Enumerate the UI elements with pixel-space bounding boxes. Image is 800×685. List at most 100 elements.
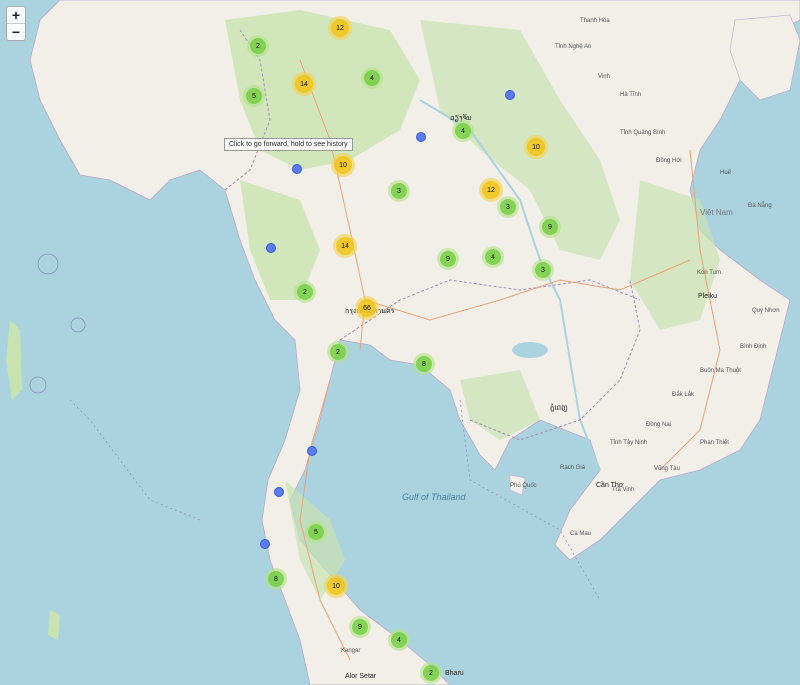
- marker-cluster[interactable]: 3: [532, 259, 554, 281]
- marker-pin[interactable]: [266, 243, 276, 253]
- marker-cluster[interactable]: 9: [349, 616, 371, 638]
- cluster-count: 9: [352, 619, 368, 635]
- marker-cluster[interactable]: 3: [497, 196, 519, 218]
- marker-cluster[interactable]: 4: [361, 67, 383, 89]
- cluster-count: 4: [391, 632, 407, 648]
- marker-cluster[interactable]: 10: [524, 135, 548, 159]
- label-phu-quoc: Phú Quốc: [510, 483, 537, 489]
- maritime-boundary-2: [69, 399, 201, 521]
- basemap: [6, 0, 800, 685]
- cluster-count: 66: [358, 299, 376, 317]
- label-viet-nam: Việt Nam: [700, 208, 733, 217]
- label-thanh-hoa: Thanh Hóa: [580, 18, 610, 24]
- cluster-count: 2: [330, 344, 346, 360]
- marker-cluster[interactable]: 3: [388, 180, 410, 202]
- marker-pin[interactable]: [260, 539, 270, 549]
- label-kangar: Kangar: [341, 648, 361, 654]
- cluster-count: 10: [527, 138, 545, 156]
- label-rach-gia: Rạch Giá: [560, 465, 586, 471]
- andaman-island: [6, 320, 22, 400]
- label-ha-tinh: Hà Tĩnh: [620, 92, 642, 98]
- label-dong-hoi: Đồng Hới: [656, 158, 682, 164]
- label-bharu: Bharu: [445, 670, 464, 677]
- cluster-count: 9: [542, 219, 558, 235]
- marker-cluster[interactable]: 4: [452, 120, 474, 142]
- cluster-count: 10: [327, 577, 345, 595]
- hainan-island: [729, 14, 800, 101]
- marker-cluster[interactable]: 8: [413, 353, 435, 375]
- reef-ring: [37, 253, 59, 275]
- marker-pin[interactable]: [505, 90, 515, 100]
- cluster-count: 3: [500, 199, 516, 215]
- marker-pin[interactable]: [292, 164, 302, 174]
- label-tay-ninh: Tỉnh Tây Ninh: [610, 440, 648, 446]
- marker-cluster[interactable]: 14: [292, 72, 316, 96]
- label-binh-dinh: Bình Định: [740, 344, 767, 350]
- marker-cluster[interactable]: 9: [437, 248, 459, 270]
- zoom-out-button[interactable]: −: [7, 23, 25, 40]
- label-quy-nhon: Quy Nhơn: [752, 308, 780, 314]
- label-quang-binh: Tỉnh Quảng Bình: [620, 130, 666, 136]
- marker-cluster[interactable]: 9: [539, 216, 561, 238]
- cluster-count: 3: [535, 262, 551, 278]
- marker-pin[interactable]: [307, 446, 317, 456]
- reef-ring-3: [29, 376, 47, 394]
- zoom-in-button[interactable]: +: [7, 7, 25, 23]
- cluster-count: 9: [440, 251, 456, 267]
- cluster-count: 4: [455, 123, 471, 139]
- cluster-count: 8: [268, 571, 284, 587]
- reef-ring-2: [70, 317, 86, 333]
- marker-cluster[interactable]: 10: [324, 574, 348, 598]
- cluster-count: 2: [250, 38, 266, 54]
- cluster-count: 2: [297, 284, 313, 300]
- tonle-sap-lake: [512, 342, 548, 358]
- label-phan-thiet: Phan Thiết: [700, 440, 729, 446]
- andaman-island-2: [48, 610, 60, 640]
- marker-cluster[interactable]: 2: [420, 662, 442, 684]
- cluster-count: 14: [295, 75, 313, 93]
- zoom-control: + −: [6, 6, 26, 41]
- marker-cluster[interactable]: 10: [331, 153, 355, 177]
- marker-cluster[interactable]: 5: [243, 85, 265, 107]
- label-kon-tum: Kon Tum: [697, 270, 722, 276]
- cluster-count: 8: [416, 356, 432, 372]
- cluster-count: 4: [485, 249, 501, 265]
- marker-cluster[interactable]: 4: [388, 629, 410, 651]
- label-vung-tau: Vũng Tàu: [654, 466, 680, 472]
- label-da-nang: Đà Nẵng: [748, 203, 772, 209]
- marker-cluster[interactable]: 2: [247, 35, 269, 57]
- label-buon-ma-thuot: Buôn Ma Thuột: [700, 368, 741, 374]
- label-ca-mau: Cà Mau: [570, 531, 592, 537]
- cluster-count: 12: [331, 19, 349, 37]
- marker-cluster[interactable]: 14: [333, 234, 357, 258]
- cluster-count: 4: [364, 70, 380, 86]
- map-canvas[interactable]: + − Click to go forward, hold to see his…: [0, 0, 800, 685]
- label-pleiku: Pleiku: [698, 293, 718, 300]
- marker-cluster[interactable]: 2: [327, 341, 349, 363]
- label-dak-lak: Đắk Lắk: [672, 392, 695, 398]
- label-tra-vinh: Trà Vinh: [612, 487, 635, 493]
- marker-cluster[interactable]: 5: [305, 521, 327, 543]
- label-phnom-penh: ភ្នំពេញ: [550, 405, 568, 412]
- cluster-count: 5: [308, 524, 324, 540]
- cluster-count: 5: [246, 88, 262, 104]
- label-alor-setar: Alor Setar: [345, 673, 377, 680]
- cluster-count: 14: [336, 237, 354, 255]
- mainland-land: [29, 0, 800, 685]
- cluster-count: 12: [482, 181, 500, 199]
- marker-pin[interactable]: [416, 132, 426, 142]
- label-vinh: Vinh: [598, 74, 610, 80]
- marker-cluster[interactable]: 8: [265, 568, 287, 590]
- history-tooltip: Click to go forward, hold to see history: [224, 138, 353, 151]
- label-gulf-of-thailand: Gulf of Thailand: [402, 492, 466, 502]
- label-nghe-an: Tỉnh Nghệ An: [555, 44, 592, 50]
- marker-cluster[interactable]: 66: [355, 296, 379, 320]
- marker-cluster[interactable]: 12: [328, 16, 352, 40]
- label-hue: Huế: [720, 170, 732, 176]
- marker-pin[interactable]: [274, 487, 284, 497]
- marker-cluster[interactable]: 4: [482, 246, 504, 268]
- cluster-count: 2: [423, 665, 439, 681]
- marker-cluster[interactable]: 2: [294, 281, 316, 303]
- label-dong-nai: Đồng Nai: [646, 422, 672, 428]
- cluster-count: 3: [391, 183, 407, 199]
